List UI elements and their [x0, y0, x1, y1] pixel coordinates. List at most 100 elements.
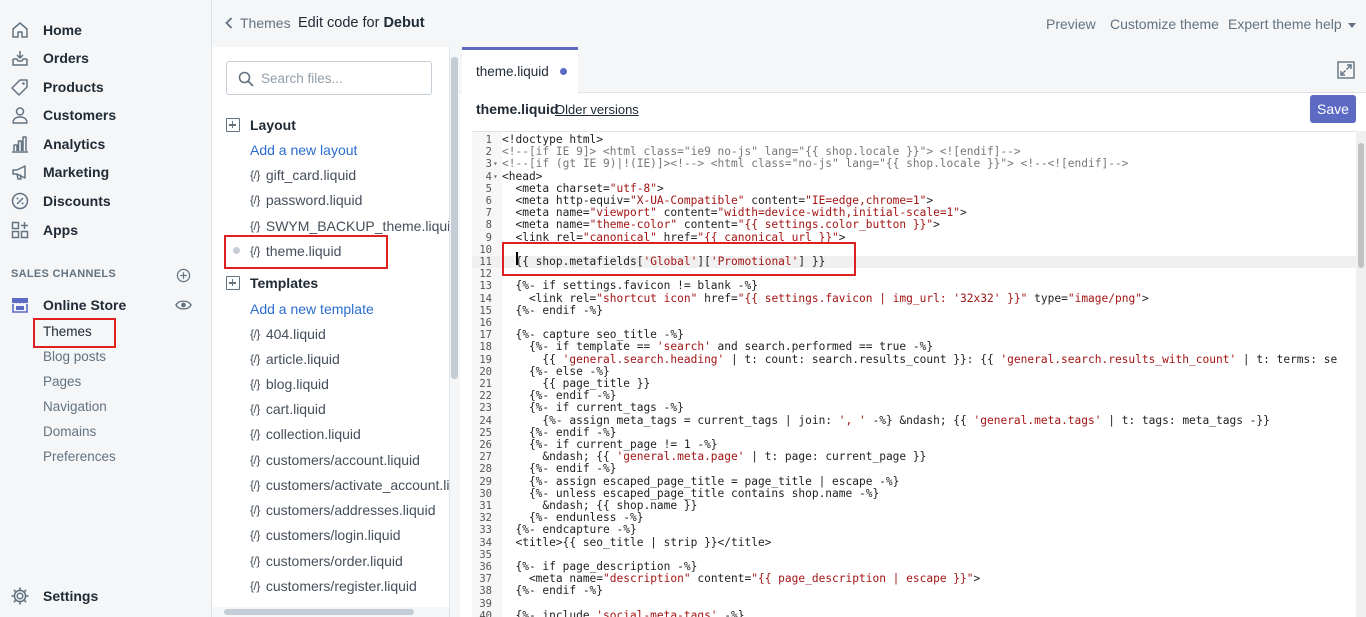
- nav-item-orders[interactable]: Orders: [0, 44, 212, 72]
- file-blog[interactable]: {/} blog.liquid: [250, 373, 329, 395]
- search-icon: [238, 71, 254, 87]
- file-password[interactable]: {/} password.liquid: [250, 189, 362, 211]
- search-files-input[interactable]: [261, 68, 426, 88]
- nav-sub-blog-posts[interactable]: Blog posts: [43, 345, 106, 367]
- nav-item-marketing[interactable]: Marketing: [0, 158, 212, 186]
- nav-item-label: Online Store: [43, 297, 127, 313]
- file-name: article.liquid: [265, 351, 340, 367]
- code-area[interactable]: 1 <!doctype html> 2 <!--[if IE 9]> <html cl…: [472, 131, 1356, 617]
- file-name: customers/activate_account.liquid: [265, 477, 460, 493]
- customize-theme-link[interactable]: Customize theme: [1110, 16, 1219, 32]
- code-text: {%- endif -%}: [502, 303, 604, 317]
- orders-icon: [12, 51, 28, 66]
- search-files-field[interactable]: [226, 61, 432, 95]
- nav-item-label: Analytics: [43, 136, 106, 152]
- line-number: 34: [479, 536, 492, 549]
- file-404[interactable]: {/} 404.liquid: [250, 323, 326, 345]
- editor-scroll-thumb[interactable]: [1358, 143, 1364, 268]
- file-name: blog.liquid: [265, 376, 329, 392]
- file-article[interactable]: {/} article.liquid: [250, 348, 340, 370]
- file-swym-backup[interactable]: {/} SWYM_BACKUP_theme.liquid: [250, 215, 458, 237]
- nav-sub-preferences[interactable]: Preferences: [43, 445, 116, 467]
- file-list-scroll-thumb[interactable]: [451, 57, 458, 379]
- nav-sub-domains[interactable]: Domains: [43, 420, 96, 442]
- line-number: 5: [485, 182, 492, 195]
- admin-sidebar: Home Orders Products Customers Analytics…: [0, 0, 212, 617]
- line-number: 24: [479, 414, 492, 427]
- line-number: 12: [479, 268, 492, 281]
- nav-item-home[interactable]: Home: [0, 16, 212, 44]
- save-button[interactable]: Save: [1310, 95, 1356, 123]
- file-customers-login[interactable]: {/} customers/login.liquid: [250, 524, 400, 546]
- tab-theme-liquid[interactable]: theme.liquid: [462, 47, 578, 93]
- file-code-icon: {/}: [250, 327, 260, 341]
- older-versions-link[interactable]: Older versions: [555, 102, 639, 117]
- folder-plus-icon: [226, 118, 240, 132]
- nav-item-products[interactable]: Products: [0, 73, 212, 101]
- file-customers-account[interactable]: {/} customers/account.liquid: [250, 449, 420, 471]
- add-template-link[interactable]: Add a new template: [250, 298, 374, 320]
- code-text: {%- if current_tags -%}: [502, 401, 684, 415]
- editor-tab-strip: theme.liquid: [460, 47, 1366, 93]
- nav-sub-navigation[interactable]: Navigation: [43, 395, 107, 417]
- nav-item-label: Orders: [43, 50, 89, 66]
- add-channel-icon[interactable]: [176, 268, 191, 283]
- unsaved-indicator: [560, 68, 567, 75]
- line-number: 13: [479, 280, 492, 293]
- file-customers-order[interactable]: {/} customers/order.liquid: [250, 550, 403, 572]
- file-collection[interactable]: {/} collection.liquid: [250, 423, 361, 445]
- eye-icon[interactable]: [175, 298, 192, 312]
- nav-item-analytics[interactable]: Analytics: [0, 130, 212, 158]
- nav-item-label: Apps: [43, 222, 78, 238]
- page-title: Edit code for Debut: [298, 15, 425, 31]
- file-customers-addresses[interactable]: {/} customers/addresses.liquid: [250, 499, 436, 521]
- file-gift-card[interactable]: {/} gift_card.liquid: [250, 164, 356, 186]
- highlight-box-theme-liquid: [224, 235, 388, 269]
- line-number: 35: [479, 548, 492, 561]
- line-number: 38: [479, 585, 492, 598]
- nav-item-label: Settings: [43, 588, 99, 604]
- line-number: 6: [485, 195, 492, 207]
- code-line: 37 <meta name="description" content="{{ …: [472, 572, 1356, 585]
- file-name: customers/login.liquid: [265, 527, 401, 543]
- line-number: 2: [485, 146, 492, 159]
- file-customers-activate-account[interactable]: {/} customers/activate_account.liquid: [250, 474, 460, 496]
- code-line: 4 ▾ <head>: [472, 169, 1356, 183]
- file-list-hscroll-thumb[interactable]: [224, 609, 414, 615]
- file-name: SWYM_BACKUP_theme.liquid: [265, 218, 459, 234]
- nav-sub-pages[interactable]: Pages: [43, 370, 81, 392]
- line-number: 33: [479, 524, 492, 537]
- nav-item-settings[interactable]: Settings: [0, 582, 212, 610]
- file-name: 404.liquid: [265, 326, 326, 342]
- home-icon: [12, 22, 28, 38]
- line-number: 36: [479, 561, 492, 573]
- code-text: <head>: [502, 169, 543, 183]
- back-to-themes-link[interactable]: Themes: [224, 15, 291, 31]
- templates-section-toggle[interactable]: Templates: [226, 272, 318, 294]
- preview-link[interactable]: Preview: [1046, 16, 1096, 32]
- file-cart[interactable]: {/} cart.liquid: [250, 398, 326, 420]
- chevron-left-icon: [225, 17, 233, 29]
- expand-icon[interactable]: [1336, 60, 1356, 80]
- discount-icon: [11, 192, 29, 210]
- add-layout-link[interactable]: Add a new layout: [250, 139, 357, 161]
- nav-item-apps[interactable]: Apps: [0, 216, 212, 244]
- fold-toggle-icon[interactable]: ▾: [493, 171, 498, 183]
- line-number: 11: [479, 256, 492, 268]
- fold-toggle-icon[interactable]: ▾: [493, 158, 498, 170]
- file-name: customers/order.liquid: [265, 553, 403, 569]
- sales-channels-heading: SALES CHANNELS: [11, 268, 117, 280]
- code-line: 34 <title>{{ seo_title | strip }}</title…: [472, 536, 1356, 549]
- file-code-icon: {/}: [250, 352, 260, 366]
- file-code-icon: {/}: [250, 377, 260, 391]
- expert-theme-help-dropdown[interactable]: Expert theme help: [1228, 16, 1356, 32]
- layout-section-toggle[interactable]: Layout: [226, 114, 296, 136]
- caret-down-icon: [1347, 22, 1356, 28]
- code-line: 40 {%- include 'social-meta-tags' -%}: [472, 609, 1356, 617]
- file-customers-register[interactable]: {/} customers/register.liquid: [250, 575, 417, 597]
- code-line: 33 {%- endcapture -%}: [472, 524, 1356, 537]
- nav-item-discounts[interactable]: Discounts: [0, 187, 212, 215]
- nav-item-customers[interactable]: Customers: [0, 101, 212, 129]
- file-name: customers/register.liquid: [265, 578, 417, 594]
- line-number: 30: [479, 487, 492, 500]
